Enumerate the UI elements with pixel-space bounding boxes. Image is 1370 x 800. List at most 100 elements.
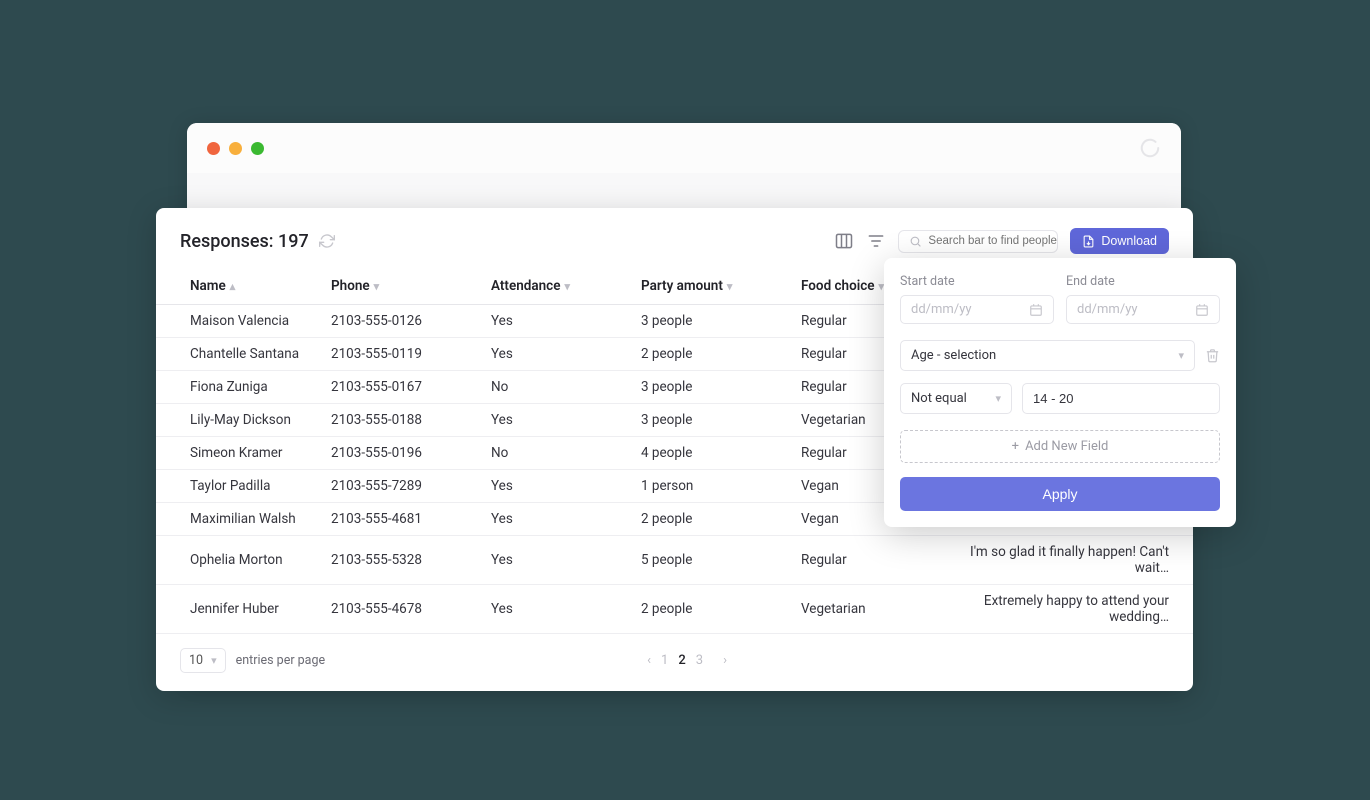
cell-name: Fiona Zuniga — [156, 371, 331, 404]
search-bar[interactable] — [898, 230, 1058, 253]
per-page-label: entries per page — [236, 653, 326, 668]
cell-name: Lily-May Dickson — [156, 404, 331, 437]
cell-comment: I'm so glad it finally happen! Can't wai… — [941, 536, 1193, 585]
cell-name: Maison Valencia — [156, 305, 331, 338]
end-date-group: End date dd/mm/yy — [1066, 274, 1220, 324]
cell-name: Maximilian Walsh — [156, 503, 331, 536]
columns-icon[interactable] — [834, 231, 854, 251]
cell-name: Chantelle Santana — [156, 338, 331, 371]
cell-party: 3 people — [641, 371, 801, 404]
apply-button[interactable]: Apply — [900, 477, 1220, 511]
table-row[interactable]: Ophelia Morton 2103-555-5328 Yes 5 peopl… — [156, 536, 1193, 585]
field-select-value: Age - selection — [911, 348, 996, 363]
start-date-group: Start date dd/mm/yy — [900, 274, 1054, 324]
cell-phone: 2103-555-0196 — [331, 437, 491, 470]
filter-icon[interactable] — [866, 231, 886, 251]
cell-party: 3 people — [641, 305, 801, 338]
maximize-dot-icon[interactable] — [251, 142, 264, 155]
cell-phone: 2103-555-4678 — [331, 585, 491, 634]
cell-phone: 2103-555-4681 — [331, 503, 491, 536]
col-header-name[interactable]: Name▴ — [156, 268, 331, 305]
add-new-field-button[interactable]: + Add New Field — [900, 430, 1220, 463]
sort-icon: ▾ — [727, 280, 733, 293]
end-date-placeholder: dd/mm/yy — [1077, 302, 1138, 317]
cell-phone: 2103-555-7289 — [331, 470, 491, 503]
refresh-icon[interactable] — [319, 233, 335, 249]
operator-value: Not equal — [911, 391, 967, 406]
download-button[interactable]: Download — [1070, 228, 1169, 254]
cell-party: 5 people — [641, 536, 801, 585]
responses-count: 197 — [278, 231, 309, 252]
start-date-placeholder: dd/mm/yy — [911, 302, 972, 317]
window-titlebar — [187, 123, 1181, 173]
cell-food: Vegetarian — [801, 585, 941, 634]
cell-attendance: No — [491, 371, 641, 404]
end-date-input[interactable]: dd/mm/yy — [1066, 295, 1220, 324]
chevron-down-icon: ▾ — [995, 392, 1001, 405]
page-2[interactable]: 2 — [678, 653, 685, 668]
table-row[interactable]: Jennifer Huber 2103-555-4678 Yes 2 peopl… — [156, 585, 1193, 634]
cell-attendance: Yes — [491, 404, 641, 437]
cell-attendance: No — [491, 437, 641, 470]
cell-party: 4 people — [641, 437, 801, 470]
calendar-icon — [1029, 303, 1043, 317]
field-select-row: Age - selection ▾ — [900, 340, 1220, 371]
pagination: ‹ 123 › — [647, 653, 727, 668]
per-page-value: 10 — [189, 653, 203, 668]
search-icon — [909, 235, 922, 248]
cell-attendance: Yes — [491, 338, 641, 371]
panel-header-actions: Download — [834, 228, 1169, 254]
condition-value-input[interactable] — [1022, 383, 1220, 414]
download-icon — [1082, 235, 1095, 248]
cell-attendance: Yes — [491, 585, 641, 634]
apply-label: Apply — [1042, 486, 1077, 502]
loading-icon — [1139, 137, 1161, 159]
cell-party: 2 people — [641, 585, 801, 634]
end-date-label: End date — [1066, 274, 1220, 289]
operator-select[interactable]: Not equal ▾ — [900, 383, 1012, 414]
sort-icon: ▾ — [564, 280, 570, 293]
cell-food: Regular — [801, 536, 941, 585]
responses-title: Responses: 197 — [180, 231, 309, 252]
cell-phone: 2103-555-5328 — [331, 536, 491, 585]
cell-comment: Extremely happy to attend your wedding… — [941, 585, 1193, 634]
field-select[interactable]: Age - selection ▾ — [900, 340, 1195, 371]
col-header-party[interactable]: Party amount▾ — [641, 268, 801, 305]
search-input[interactable] — [928, 235, 1082, 247]
cell-attendance: Yes — [491, 305, 641, 338]
cell-phone: 2103-555-0126 — [331, 305, 491, 338]
delete-field-icon[interactable] — [1205, 348, 1220, 363]
traffic-lights — [207, 142, 264, 155]
chevron-down-icon: ▾ — [1178, 349, 1184, 362]
cell-party: 3 people — [641, 404, 801, 437]
cell-name: Jennifer Huber — [156, 585, 331, 634]
minimize-dot-icon[interactable] — [229, 142, 242, 155]
page-3[interactable]: 3 — [696, 653, 703, 668]
responses-title-prefix: Responses: — [180, 231, 278, 252]
plus-icon: + — [1012, 439, 1019, 454]
cell-phone: 2103-555-0119 — [331, 338, 491, 371]
cell-party: 2 people — [641, 503, 801, 536]
cell-party: 1 person — [641, 470, 801, 503]
cell-name: Taylor Padilla — [156, 470, 331, 503]
per-page-select[interactable]: 10 ▾ — [180, 648, 226, 673]
col-header-attendance[interactable]: Attendance▾ — [491, 268, 641, 305]
start-date-input[interactable]: dd/mm/yy — [900, 295, 1054, 324]
calendar-icon — [1195, 303, 1209, 317]
condition-row: Not equal ▾ — [900, 383, 1220, 414]
page-1[interactable]: 1 — [661, 653, 668, 668]
close-dot-icon[interactable] — [207, 142, 220, 155]
page-prev-icon[interactable]: ‹ — [647, 653, 651, 668]
col-header-phone[interactable]: Phone▾ — [331, 268, 491, 305]
cell-attendance: Yes — [491, 470, 641, 503]
cell-phone: 2103-555-0167 — [331, 371, 491, 404]
sort-icon: ▾ — [374, 280, 380, 293]
cell-attendance: Yes — [491, 503, 641, 536]
cell-attendance: Yes — [491, 536, 641, 585]
cell-phone: 2103-555-0188 — [331, 404, 491, 437]
chevron-down-icon: ▾ — [211, 654, 217, 667]
cell-name: Ophelia Morton — [156, 536, 331, 585]
cell-party: 2 people — [641, 338, 801, 371]
page-next-icon[interactable]: › — [723, 653, 727, 668]
download-label: Download — [1101, 234, 1157, 248]
